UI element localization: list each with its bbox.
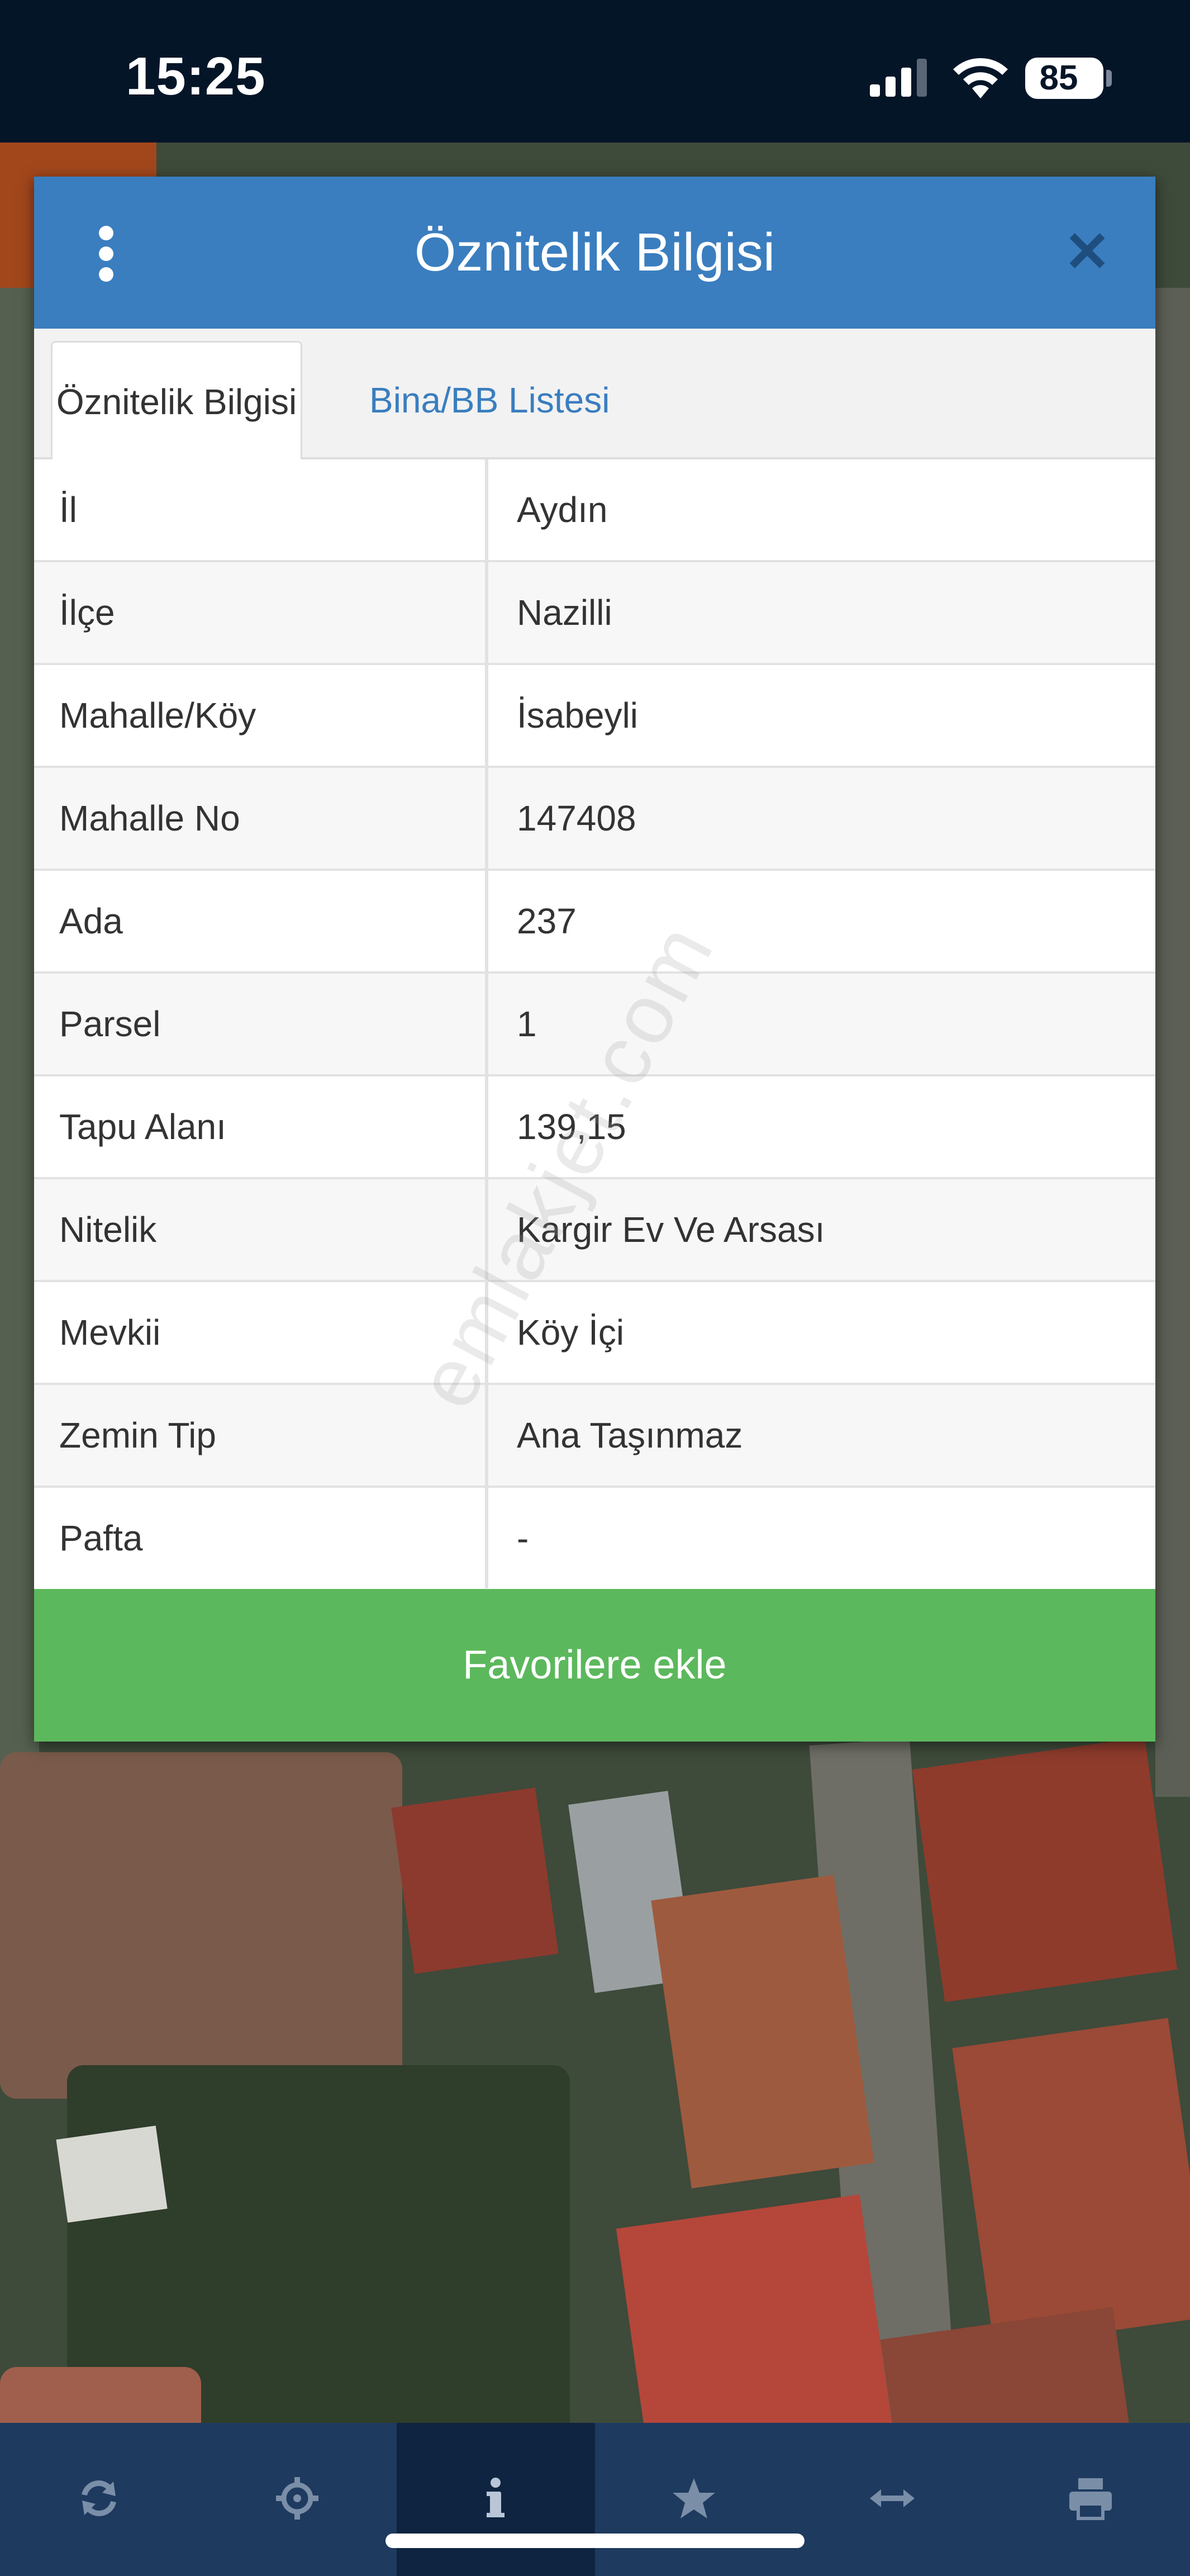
measure-button[interactable] — [793, 2423, 992, 2576]
table-row: Pafta - — [34, 1488, 1155, 1589]
map-buildings — [0, 1752, 402, 2099]
dialog-title: Öznitelik Bilgisi — [414, 222, 775, 282]
close-icon[interactable]: ✕ — [1062, 224, 1112, 280]
row-key: Mahalle No — [34, 768, 488, 869]
tab-building-list[interactable]: Bina/BB Listesi — [369, 341, 610, 459]
locate-crosshair-icon — [276, 2477, 318, 2520]
row-key: Parsel — [34, 974, 488, 1074]
star-icon — [673, 2478, 715, 2518]
row-key: İlçe — [34, 562, 488, 663]
cellular-signal-icon — [870, 59, 927, 97]
status-time: 15:25 — [126, 46, 266, 106]
status-bar: 15:25 85 — [0, 0, 1190, 143]
print-button[interactable] — [992, 2423, 1190, 2576]
row-value: İsabeyli — [517, 695, 638, 736]
map-roof — [616, 2194, 893, 2423]
bottom-toolbar — [0, 2423, 1190, 2576]
map-buildings — [0, 2367, 201, 2423]
locate-button[interactable] — [198, 2423, 397, 2576]
row-value: Köy İçi — [517, 1312, 625, 1353]
dialog-header: Öznitelik Bilgisi ✕ — [34, 177, 1155, 329]
row-value: - — [517, 1518, 529, 1558]
refresh-icon — [82, 2480, 116, 2516]
row-value: 147408 — [517, 798, 636, 838]
add-to-favorites-button[interactable]: Favorilere ekle — [34, 1589, 1155, 1742]
table-row: Ada 237 — [34, 871, 1155, 975]
row-key: İl — [34, 459, 488, 560]
home-indicator — [385, 2534, 805, 2548]
map-roof — [952, 2018, 1190, 2347]
row-key: Pafta — [34, 1488, 488, 1588]
kebab-menu-icon[interactable] — [96, 226, 118, 282]
tab-attribute-info[interactable]: Öznitelik Bilgisi — [51, 341, 302, 461]
row-value: 237 — [517, 901, 577, 941]
refresh-button[interactable] — [0, 2423, 198, 2576]
battery-icon: 85 — [1025, 58, 1103, 99]
map-roof — [912, 1737, 1178, 2003]
info-icon — [487, 2478, 504, 2517]
row-value: Aydın — [517, 490, 608, 530]
map-edge-left — [0, 288, 39, 1797]
wifi-icon — [953, 58, 1008, 98]
map-roof — [56, 2126, 168, 2223]
table-row: Mahalle No 147408 — [34, 768, 1155, 872]
table-row: Zemin Tip Ana Taşınmaz — [34, 1385, 1155, 1489]
attribute-info-dialog: Öznitelik Bilgisi ✕ Öznitelik Bilgisi Bi… — [34, 177, 1155, 1742]
row-key: Ada — [34, 871, 488, 971]
row-key: Mahalle/Köy — [34, 665, 488, 766]
info-button[interactable] — [397, 2423, 595, 2576]
print-icon — [1069, 2478, 1112, 2520]
favorites-button[interactable] — [595, 2423, 793, 2576]
row-key: Zemin Tip — [34, 1385, 488, 1486]
table-row: Mahalle/Köy İsabeyli — [34, 665, 1155, 769]
tab-bar: Öznitelik Bilgisi Bina/BB Listesi — [34, 329, 1155, 461]
row-key: Tapu Alanı — [34, 1076, 488, 1177]
map-edge-right — [1155, 288, 1190, 1797]
measure-arrows-icon — [870, 2489, 915, 2507]
row-key: Nitelik — [34, 1179, 488, 1280]
map-roof — [391, 1787, 559, 1974]
row-value: Ana Taşınmaz — [517, 1415, 743, 1455]
table-row: İl Aydın — [34, 459, 1155, 563]
table-row: Mevkii Köy İçi — [34, 1282, 1155, 1386]
row-value: Nazilli — [517, 592, 612, 633]
battery-level: 85 — [1039, 59, 1078, 97]
table-row: İlçe Nazilli — [34, 562, 1155, 666]
battery-cap — [1106, 70, 1112, 87]
